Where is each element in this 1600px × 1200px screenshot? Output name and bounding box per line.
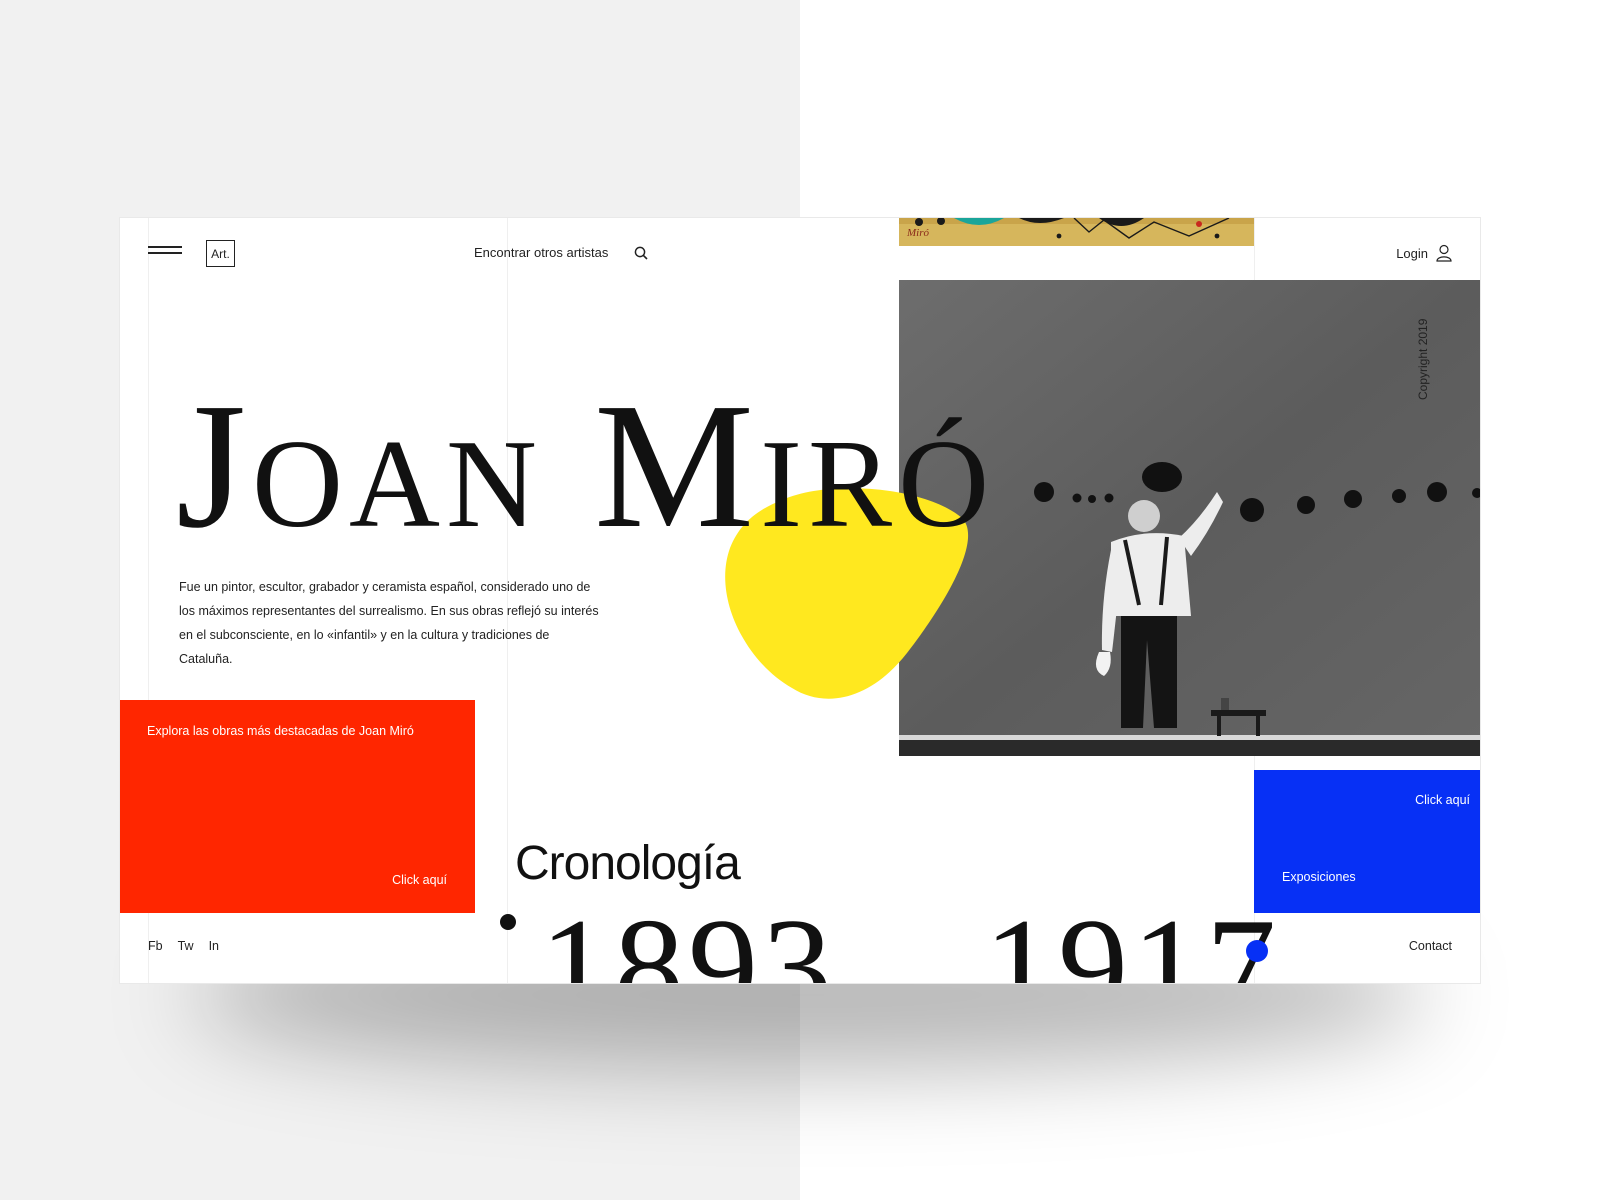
timeline-dot: [500, 914, 516, 930]
timeline-year[interactable]: 1893: [540, 890, 836, 984]
timeline-title: Cronología: [515, 837, 741, 890]
explore-click-link[interactable]: Click aquí: [392, 873, 447, 887]
search-icon[interactable]: [634, 246, 648, 260]
find-artists-label[interactable]: Encontrar otros artistas: [474, 245, 608, 260]
exhibitions-label: Exposiciones: [1282, 870, 1356, 884]
painting-signature: Miró: [907, 227, 929, 239]
facebook-link[interactable]: Fb: [148, 939, 163, 953]
login-button[interactable]: Login: [1396, 244, 1452, 262]
find-artists-search[interactable]: Encontrar otros artistas: [474, 245, 648, 260]
timeline-year[interactable]: 1917: [984, 890, 1280, 984]
timeline-years: 1893 1917: [540, 898, 1280, 984]
linkedin-link[interactable]: In: [209, 939, 219, 953]
copyright-text: Copyright 2019: [1416, 318, 1430, 400]
painting-thumbnail: Miró: [899, 218, 1254, 246]
timeline-active-dot[interactable]: [1246, 940, 1268, 962]
login-label[interactable]: Login: [1396, 246, 1428, 261]
page-card: Art. Encontrar otros artistas Login Miró…: [120, 218, 1480, 983]
hamburger-menu-icon[interactable]: [148, 244, 182, 256]
social-links: Fb Tw In: [148, 939, 219, 953]
hero-title: Joan Miró: [176, 366, 996, 565]
exhibitions-card[interactable]: Click aquí Exposiciones: [1254, 770, 1480, 913]
contact-link[interactable]: Contact: [1409, 939, 1452, 953]
hero-description: Fue un pintor, escultor, grabador y cera…: [179, 580, 599, 666]
explore-works-text: Explora las obras más destacadas de Joan…: [147, 724, 414, 738]
exhibitions-click-link[interactable]: Click aquí: [1415, 793, 1470, 807]
user-icon[interactable]: [1436, 244, 1452, 262]
logo[interactable]: Art.: [206, 240, 235, 267]
explore-works-card[interactable]: Explora las obras más destacadas de Joan…: [120, 700, 475, 913]
twitter-link[interactable]: Tw: [178, 939, 194, 953]
